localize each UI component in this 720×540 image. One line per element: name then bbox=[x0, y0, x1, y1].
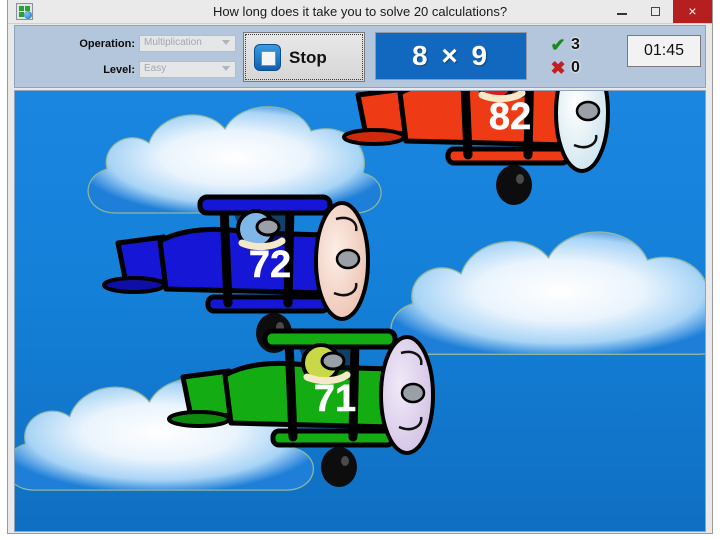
scene-svg: 88 82 72 71 bbox=[15, 91, 705, 491]
stop-square-icon bbox=[254, 44, 281, 71]
maximize-icon bbox=[651, 7, 660, 16]
level-label: Level: bbox=[103, 64, 135, 76]
toolbar: Operation: Multiplication Level: Easy St… bbox=[14, 25, 706, 88]
minimize-button[interactable] bbox=[605, 0, 639, 23]
plane-red[interactable]: 82 bbox=[342, 91, 610, 205]
maximize-button[interactable] bbox=[639, 0, 673, 23]
plane-red-number: 82 bbox=[489, 96, 531, 138]
correct-score-row: ✔ 3 bbox=[547, 35, 617, 57]
timer-display: 01:45 bbox=[627, 35, 701, 67]
plane-green-prop-hub bbox=[400, 382, 426, 404]
check-icon: ✔ bbox=[550, 35, 566, 55]
equation-display: 8 × 9 bbox=[375, 32, 527, 80]
score-panel: ✔ 3 ✖ 0 bbox=[547, 34, 617, 82]
stop-button-label: Stop bbox=[289, 48, 327, 67]
cloud-mid-right bbox=[390, 231, 705, 355]
wrong-score-row: ✖ 0 bbox=[547, 58, 617, 80]
chevron-down-icon bbox=[222, 66, 230, 71]
close-button[interactable]: × bbox=[673, 0, 712, 23]
correct-count: 3 bbox=[571, 36, 580, 53]
app-window: How long does it take you to solve 20 ca… bbox=[7, 0, 713, 534]
title-bar: How long does it take you to solve 20 ca… bbox=[8, 0, 712, 24]
plane-red-prop-hub bbox=[575, 100, 601, 122]
operation-value: Multiplication bbox=[144, 37, 202, 48]
operation-select[interactable]: Multiplication bbox=[139, 35, 236, 52]
level-select[interactable]: Easy bbox=[139, 61, 236, 78]
plane-blue-prop-hub bbox=[335, 248, 361, 270]
equation-text: 8 × 9 bbox=[411, 40, 491, 71]
wrong-count: 0 bbox=[571, 59, 580, 76]
close-icon: × bbox=[688, 3, 697, 19]
operation-label: Operation: bbox=[79, 38, 135, 50]
timer-value: 01:45 bbox=[643, 42, 685, 59]
plane-blue-number: 72 bbox=[249, 244, 291, 286]
plane-green-number: 71 bbox=[314, 378, 356, 420]
minimize-icon bbox=[617, 13, 627, 15]
cross-icon: ✖ bbox=[550, 58, 566, 78]
chevron-down-icon bbox=[222, 40, 230, 45]
level-value: Easy bbox=[144, 63, 167, 74]
stop-button[interactable]: Stop bbox=[243, 32, 365, 82]
game-canvas[interactable]: 88 82 72 71 bbox=[14, 90, 706, 532]
